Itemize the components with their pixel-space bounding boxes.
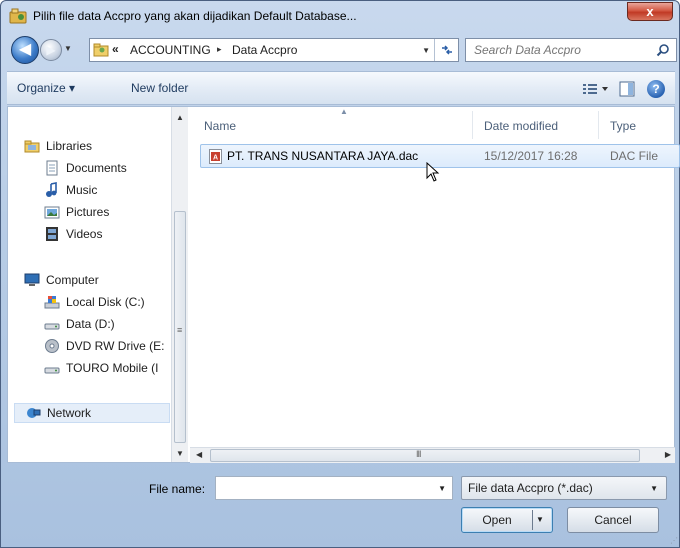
recent-pages-dropdown-icon[interactable]: ▼ xyxy=(64,44,72,53)
sidebar-item-network[interactable]: Network xyxy=(14,403,170,423)
svg-text:A: A xyxy=(213,155,218,162)
horizontal-scrollbar[interactable]: ◀ III ▶ xyxy=(190,447,675,463)
scroll-right-icon[interactable]: ▶ xyxy=(665,450,671,459)
refresh-button[interactable] xyxy=(434,39,458,61)
file-name-dropdown-icon[interactable]: ▼ xyxy=(438,484,446,493)
sidebar-item-music[interactable]: Music xyxy=(44,181,168,201)
file-date-modified: 15/12/2017 16:28 xyxy=(484,149,578,163)
address-bar[interactable]: « ACCOUNTING ▸ Data Accpro ▼ xyxy=(89,38,459,62)
new-folder-button[interactable]: New folder xyxy=(131,81,188,95)
file-name-combobox[interactable]: ▼ xyxy=(215,476,453,500)
sidebar-item-label: Libraries xyxy=(46,139,93,153)
local-disk-icon xyxy=(44,296,60,309)
scroll-up-icon[interactable]: ▲ xyxy=(176,113,184,122)
address-overflow-chevron[interactable]: « xyxy=(112,42,119,56)
open-options-dropdown-icon[interactable]: ▼ xyxy=(536,508,544,532)
file-list: ▲ Name Date modified Type A PT. TRANS NU… xyxy=(190,107,680,447)
browse-area: Libraries Documents Music Pictures Video… xyxy=(7,106,680,463)
scroll-grip-icon: ≡ xyxy=(177,325,183,335)
sidebar-scrollbar[interactable]: ▲ ≡ ▼ xyxy=(171,107,188,462)
window-title: Pilih file data Accpro yang akan dijadik… xyxy=(33,9,357,23)
address-row: ◀ ▶ ▼ « ACCOUNTING ▸ Data Accpro ▼ xyxy=(7,35,677,65)
breadcrumb-accounting[interactable]: ACCOUNTING xyxy=(130,43,211,57)
file-row[interactable]: A PT. TRANS NUSANTARA JAYA.dac 15/12/201… xyxy=(200,144,680,168)
open-button[interactable]: Open ▼ xyxy=(461,507,553,533)
file-name[interactable]: PT. TRANS NUSANTARA JAYA.dac xyxy=(227,149,418,163)
cancel-button[interactable]: Cancel xyxy=(567,507,659,533)
file-type-filter[interactable]: File data Accpro (*.dac) ▼ xyxy=(461,476,667,500)
drive-icon xyxy=(44,367,60,374)
sidebar-item-label: Data (D:) xyxy=(66,317,115,331)
file-name-input[interactable] xyxy=(216,477,430,499)
navigation-pane: Libraries Documents Music Pictures Video… xyxy=(8,107,180,447)
search-box[interactable] xyxy=(465,38,677,62)
scroll-grip-icon: III xyxy=(416,449,421,459)
file-type: DAC File xyxy=(610,149,659,163)
help-button[interactable]: ? xyxy=(647,80,665,98)
split-divider xyxy=(532,510,533,530)
videos-icon xyxy=(46,227,58,241)
title-bar: Pilih file data Accpro yang akan dijadik… xyxy=(1,1,679,31)
change-view-icon[interactable] xyxy=(581,81,611,97)
breadcrumb-data-accpro[interactable]: Data Accpro xyxy=(232,43,297,57)
preview-pane-icon[interactable] xyxy=(619,81,635,97)
close-button[interactable]: x xyxy=(627,2,673,21)
sidebar-item-touro-mobile[interactable]: TOURO Mobile (I xyxy=(44,359,168,379)
sidebar-item-dvd-drive[interactable]: DVD RW Drive (E: xyxy=(44,337,168,357)
command-bar: Organize ▾ New folder ? xyxy=(7,71,675,105)
sidebar-item-label: DVD RW Drive (E: xyxy=(66,339,165,353)
sidebar-item-libraries[interactable]: Libraries xyxy=(24,137,164,157)
resize-grip-icon[interactable]: ⋰ xyxy=(670,536,678,545)
folder-path-icon xyxy=(93,43,109,57)
refresh-icon xyxy=(441,45,452,55)
sidebar-item-data-drive[interactable]: Data (D:) xyxy=(44,315,168,335)
sidebar-item-pictures[interactable]: Pictures xyxy=(44,203,168,223)
sidebar-item-label: Computer xyxy=(46,273,99,287)
sidebar-item-label: Pictures xyxy=(66,205,110,219)
network-icon xyxy=(27,408,41,418)
search-icon[interactable] xyxy=(656,43,670,57)
chevron-down-icon[interactable]: ▼ xyxy=(650,484,658,493)
back-button[interactable]: ◀ xyxy=(11,36,39,64)
sidebar-item-label: Documents xyxy=(66,161,127,175)
organize-button[interactable]: Organize ▾ xyxy=(17,81,75,95)
sidebar-item-label: Music xyxy=(66,183,98,197)
sidebar-item-label: Network xyxy=(47,406,92,420)
breadcrumb-separator-icon[interactable]: ▸ xyxy=(217,44,222,55)
column-divider[interactable] xyxy=(598,111,599,139)
sidebar-item-local-disk[interactable]: Local Disk (C:) xyxy=(44,293,168,313)
sidebar-item-label: Videos xyxy=(66,227,103,241)
sidebar-item-videos[interactable]: Videos xyxy=(44,225,168,245)
forward-button[interactable]: ▶ xyxy=(40,39,62,61)
search-input[interactable] xyxy=(466,39,652,61)
sort-ascending-icon: ▲ xyxy=(340,107,348,116)
mouse-cursor-icon xyxy=(426,162,440,182)
dac-file-icon: A xyxy=(209,149,222,164)
libraries-icon xyxy=(24,140,40,153)
file-name-label: File name: xyxy=(149,482,206,496)
dvd-icon xyxy=(45,339,59,353)
file-open-dialog: Pilih file data Accpro yang akan dijadik… xyxy=(0,0,680,548)
music-icon xyxy=(46,182,57,197)
sidebar-item-label: Local Disk (C:) xyxy=(66,295,145,309)
column-divider[interactable] xyxy=(472,111,473,139)
address-dropdown-icon[interactable]: ▼ xyxy=(422,46,430,55)
file-type-filter-value: File data Accpro (*.dac) xyxy=(468,481,593,495)
computer-icon xyxy=(24,273,40,286)
open-button-label[interactable]: Open xyxy=(462,508,532,532)
drive-icon xyxy=(44,323,60,330)
scroll-left-icon[interactable]: ◀ xyxy=(196,450,202,459)
scroll-down-icon[interactable]: ▼ xyxy=(176,449,184,458)
horizontal-scroll-thumb[interactable]: III xyxy=(210,449,640,462)
sidebar-item-label: TOURO Mobile (I xyxy=(66,361,159,375)
documents-icon xyxy=(46,160,58,176)
sidebar-item-computer[interactable]: Computer xyxy=(24,271,164,291)
sidebar-item-documents[interactable]: Documents xyxy=(44,159,168,179)
app-icon xyxy=(9,8,27,24)
pictures-icon xyxy=(44,206,60,219)
